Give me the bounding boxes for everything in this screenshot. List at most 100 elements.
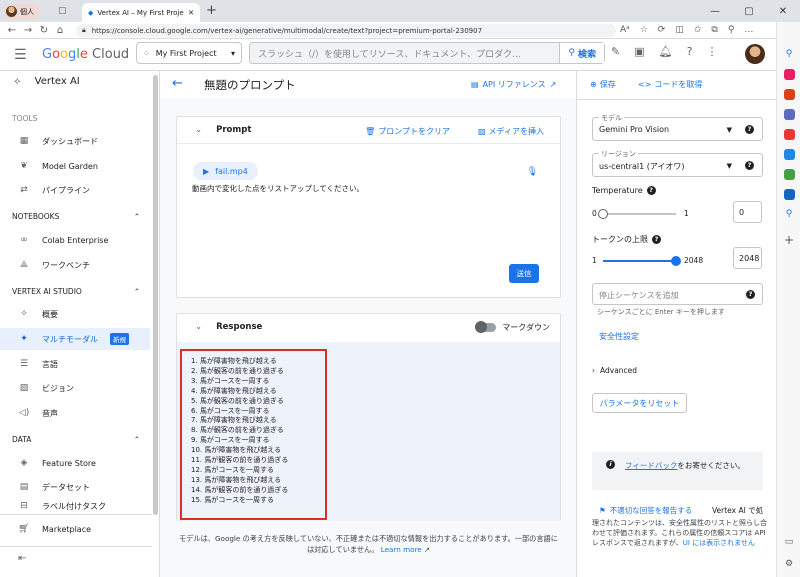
- search-sidebar-icon[interactable]: ⚲: [777, 44, 800, 64]
- nav-feature-store[interactable]: ◈ Feature Store: [0, 452, 150, 474]
- add-sidebar-icon[interactable]: +: [777, 230, 800, 250]
- nav-marketplace[interactable]: 🛒︎ Marketplace: [0, 518, 150, 540]
- help-icon[interactable]: ?: [745, 161, 754, 170]
- browser-profile-button[interactable]: 個人: [4, 4, 40, 19]
- maximize-icon[interactable]: ▢: [732, 6, 766, 17]
- window-close-icon[interactable]: ✕: [766, 6, 800, 17]
- token-input[interactable]: 2048: [733, 247, 762, 269]
- nav-labeling[interactable]: ⊟ ラベル付けタスク: [0, 499, 150, 513]
- tag-sidebar-icon[interactable]: [777, 64, 800, 84]
- extensions-icon[interactable]: ⚲: [728, 25, 735, 35]
- media-file-chip[interactable]: ▶ fail.mp4: [193, 162, 258, 180]
- more-icon[interactable]: …: [744, 25, 753, 35]
- learn-more-link[interactable]: Learn more: [381, 545, 422, 554]
- safety-settings-link[interactable]: 安全性設定: [599, 331, 639, 342]
- response-header[interactable]: ⌄ Response: [195, 322, 262, 332]
- nav-model-garden[interactable]: ❦ Model Garden: [0, 155, 150, 177]
- clear-prompt-button[interactable]: 🗑︎ プロンプトをクリア: [365, 126, 450, 137]
- bing-sidebar-icon[interactable]: [777, 184, 800, 204]
- page-title[interactable]: 無題のプロンプト: [204, 77, 296, 93]
- account-avatar[interactable]: [745, 44, 765, 64]
- api-reference-link[interactable]: ▤ API リファレンス ↗: [471, 79, 556, 90]
- favorite-icon[interactable]: ☆: [640, 25, 648, 35]
- feedback-link[interactable]: フィードバック: [625, 461, 677, 470]
- section-data[interactable]: DATA ⌃: [12, 435, 140, 444]
- nav-workbench[interactable]: ⟁ ワークベンチ: [0, 254, 150, 276]
- reset-parameters-button[interactable]: パラメータをリセット: [592, 393, 687, 413]
- insert-media-button[interactable]: ▨ メディアを挿入: [478, 126, 544, 137]
- back-icon[interactable]: ←: [4, 25, 20, 36]
- nav-overview[interactable]: ✧ 概要: [0, 303, 150, 325]
- search-small-icon[interactable]: ⚲: [777, 204, 800, 224]
- help-icon[interactable]: ?: [652, 235, 661, 244]
- stop-sequence-input[interactable]: 停止シーケンスを追加 ?: [592, 283, 763, 305]
- region-select[interactable]: リージョン us-central1 (アイオワ) ▼ ?: [592, 149, 763, 177]
- nav-vision[interactable]: ▧ ビジョン: [0, 377, 150, 399]
- nav-datasets[interactable]: ▤ データセット: [0, 476, 150, 498]
- help-icon[interactable]: ?: [646, 186, 656, 195]
- save-button[interactable]: ⊕ 保存: [590, 79, 616, 90]
- hamburger-menu-icon[interactable]: ☰: [14, 47, 27, 63]
- model-select[interactable]: モデル Gemini Pro Vision ▼ ?: [592, 113, 763, 141]
- nav-speech[interactable]: ◁) 音声: [0, 402, 150, 424]
- more-vert-icon[interactable]: ⋮: [706, 45, 717, 58]
- nav-scrollbar[interactable]: [153, 75, 158, 515]
- nav-colab[interactable]: ∞ Colab Enterprise: [0, 229, 150, 251]
- read-aloud-icon[interactable]: Aᵃ: [620, 25, 630, 35]
- calendar-sidebar-icon[interactable]: [777, 164, 800, 184]
- google-cloud-logo[interactable]: Google Cloud: [42, 47, 129, 62]
- notifications-icon[interactable]: 🔔︎: [659, 45, 673, 58]
- search-bar[interactable]: スラッシュ（/）を使用してリソース、ドキュメント、プロダク... ⚲ 検索: [249, 42, 605, 64]
- temperature-slider[interactable]: [598, 209, 676, 219]
- slider-thumb[interactable]: [671, 256, 681, 266]
- help-icon[interactable]: ?: [687, 45, 693, 58]
- layout-icon[interactable]: ▭: [777, 532, 800, 552]
- forward-icon[interactable]: →: [20, 25, 36, 36]
- back-arrow-icon[interactable]: ←: [172, 76, 183, 91]
- new-tab-icon[interactable]: +: [206, 3, 217, 18]
- settings-icon[interactable]: ⚙: [777, 554, 800, 574]
- nav-dashboard[interactable]: ▦ ダッシュボード: [0, 130, 150, 152]
- cloud-shell-icon[interactable]: ▣: [634, 45, 644, 58]
- refresh-page-icon[interactable]: ⟳: [658, 25, 666, 35]
- nav-pipelines[interactable]: ⇄ パイプライン: [0, 179, 150, 201]
- nav-multimodal[interactable]: ✦ マルチモーダル 新規: [0, 328, 150, 350]
- collections-icon[interactable]: ⧉: [711, 25, 717, 35]
- tab-actions-icon[interactable]: ▢: [58, 6, 67, 16]
- help-icon[interactable]: ?: [746, 290, 755, 299]
- send-button[interactable]: 送信: [509, 264, 539, 283]
- slider-thumb[interactable]: [598, 209, 608, 219]
- report-response-link[interactable]: ⚑ 不適切な回答を報告する: [599, 505, 692, 516]
- toggle-switch[interactable]: [475, 321, 497, 333]
- prompt-input[interactable]: 動画内で変化した点をリストアップしてください。: [192, 183, 364, 194]
- office-sidebar-icon[interactable]: [777, 124, 800, 144]
- get-code-button[interactable]: <> コードを取得: [638, 79, 702, 90]
- token-slider[interactable]: [603, 256, 681, 266]
- reload-icon[interactable]: ↻: [36, 25, 52, 36]
- ui-hidden-link[interactable]: UI には表示されません: [683, 539, 755, 547]
- section-notebooks[interactable]: NOTEBOOKS ⌃: [12, 212, 140, 221]
- shopping-sidebar-icon[interactable]: [777, 84, 800, 104]
- favorites-icon[interactable]: ✩: [694, 25, 702, 35]
- search-button[interactable]: ⚲ 検索: [559, 43, 604, 63]
- url-field[interactable]: 🔒︎ https://console.cloud.google.com/vert…: [76, 24, 616, 37]
- minimize-icon[interactable]: —: [698, 6, 732, 17]
- markdown-toggle[interactable]: マークダウン: [475, 321, 550, 333]
- microphone-icon[interactable]: 🎙︎: [527, 167, 538, 177]
- section-studio[interactable]: VERTEX AI STUDIO ⌃: [12, 287, 140, 296]
- browser-tab-active[interactable]: ◆ Vertex AI – My First Project – Go ✕: [82, 3, 200, 22]
- search-input[interactable]: スラッシュ（/）を使用してリソース、ドキュメント、プロダク...: [250, 47, 559, 60]
- home-icon[interactable]: ⌂: [52, 25, 68, 36]
- tab-close-icon[interactable]: ✕: [188, 9, 194, 17]
- split-screen-icon[interactable]: ◫: [675, 25, 684, 35]
- tools-sidebar-icon[interactable]: [777, 104, 800, 124]
- nav-language[interactable]: ☰ 言語: [0, 353, 150, 375]
- temperature-input[interactable]: 0: [733, 201, 762, 223]
- help-icon[interactable]: ?: [745, 125, 754, 134]
- collapse-nav-icon[interactable]: ⇤: [18, 553, 26, 564]
- gemini-chat-icon[interactable]: ✎: [611, 45, 620, 58]
- prompt-header[interactable]: ⌄ Prompt: [195, 125, 251, 135]
- advanced-toggle[interactable]: › Advanced: [592, 366, 637, 375]
- outlook-sidebar-icon[interactable]: [777, 144, 800, 164]
- project-selector[interactable]: ⁘ My First Project ▾: [136, 42, 242, 64]
